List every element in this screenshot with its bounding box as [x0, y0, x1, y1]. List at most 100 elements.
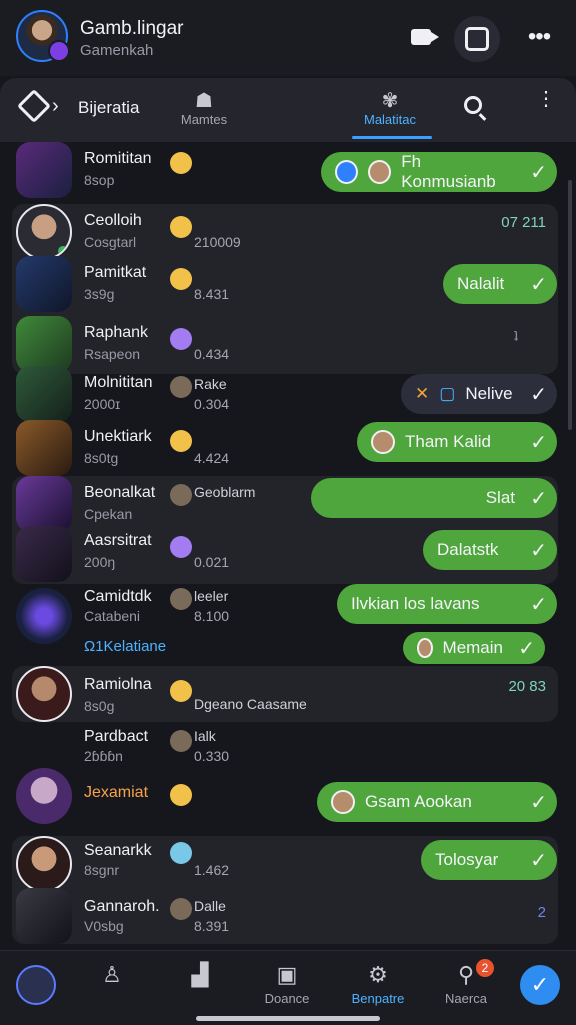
- avatar: [16, 768, 72, 824]
- check-icon: ✓: [530, 432, 547, 454]
- chat-row[interactable]: Molnititan 2000ɪ Rake 0.304 ✕ ▢ Nelive ✓: [12, 366, 558, 422]
- diamond-icon: [17, 89, 51, 123]
- video-call-icon[interactable]: [406, 22, 439, 52]
- chat-label: Geoblarm: [194, 484, 256, 500]
- emoji-icon: [170, 680, 192, 702]
- flower-icon: ✾: [381, 90, 399, 112]
- tab-members-label: Mamtes: [180, 112, 228, 127]
- emoji-icon: [170, 588, 192, 610]
- avatar: [16, 256, 72, 312]
- check-icon: ✓: [530, 274, 547, 296]
- chat-name: Gannaroh.: [84, 898, 160, 915]
- chat-count: 210009: [194, 234, 241, 250]
- pill-text: Tham Kalid: [405, 432, 491, 451]
- chat-label: Rake: [194, 376, 227, 392]
- message-pill[interactable]: Ilvkian los lavans ✓: [337, 584, 557, 624]
- message-pill[interactable]: Fh Konmusianb ✓: [321, 152, 557, 192]
- pill-text: Dalatstk: [437, 540, 499, 559]
- back-button[interactable]: ›: [17, 89, 59, 123]
- tab-media-label: Malatitac: [363, 112, 417, 127]
- nav-label: Benpatre: [351, 991, 405, 1006]
- tab-members[interactable]: ☗ Mamtes: [156, 88, 252, 127]
- nav-item-profile[interactable]: ♙: [72, 959, 152, 991]
- nav-item-doance[interactable]: ▣ Doance: [247, 959, 327, 1006]
- chat-row[interactable]: Ceolloih Cosgtarl 210009 07 211: [12, 204, 558, 260]
- check-action-button[interactable]: ✓: [520, 965, 560, 1005]
- tab-media[interactable]: ✾ Malatitac: [342, 88, 438, 127]
- nav-item-bag[interactable]: ▟: [160, 959, 240, 991]
- chat-name: Molnititan: [84, 374, 153, 391]
- emoji-icon: [170, 268, 192, 290]
- avatar: [16, 588, 72, 644]
- avatar: [16, 526, 72, 582]
- profile-avatar[interactable]: [16, 10, 70, 62]
- kebab-menu-icon[interactable]: ⋮: [536, 89, 556, 109]
- emoji-icon: [170, 328, 192, 350]
- scrollbar[interactable]: [568, 180, 572, 430]
- chat-row[interactable]: Seanarkk 8sgnr 1.462 Tolosyar ✓: [12, 836, 558, 892]
- nav-item-benpatre[interactable]: ⚙ Benpatre: [338, 959, 418, 1006]
- chat-count: 8.100: [194, 608, 230, 624]
- chat-meta: 07 211: [501, 214, 546, 231]
- message-pill[interactable]: Gsam Aookan ✓: [317, 782, 557, 822]
- sync-icon[interactable]: [454, 16, 500, 62]
- chat-sub: Catabeni: [84, 608, 141, 624]
- check-icon: ✓: [530, 488, 547, 510]
- chat-sub: 3s9g: [84, 286, 115, 302]
- emoji-icon: [170, 376, 192, 398]
- search-icon[interactable]: [464, 96, 488, 121]
- message-pill[interactable]: Slat ✓: [311, 478, 557, 518]
- chat-sub: Cpekan: [84, 506, 133, 522]
- check-icon: ✓: [518, 638, 535, 660]
- check-icon: ✓: [530, 850, 547, 872]
- header-title: Gamb.lingar: [80, 18, 184, 39]
- chat-row[interactable]: Raphank Rsapeon 0.434 ʇ: [12, 316, 558, 372]
- more-options-icon[interactable]: •••: [524, 22, 554, 52]
- nav-item-naerca[interactable]: ⚲ Naerca: [426, 959, 506, 1006]
- chat-sub: 200ŋ: [84, 554, 116, 570]
- chat-count: 0.330: [194, 748, 230, 764]
- avatar: [16, 316, 72, 372]
- chat-name: Ceolloih: [84, 212, 142, 229]
- pill-text: Ilvkian los lavans: [351, 594, 480, 613]
- pill-text: Nalalit: [457, 274, 505, 293]
- section-pill[interactable]: Memain ✓: [403, 632, 545, 664]
- chat-name: Jexamiat: [84, 784, 149, 801]
- chat-row[interactable]: Beonalkat Cpekan Geoblarm Slat ✓: [12, 476, 558, 532]
- chat-sub: 2ɓɓɓn: [84, 748, 123, 764]
- chat-row[interactable]: Unektiark 8s0tg 4.424 Tham Kalid ✓: [12, 420, 558, 476]
- message-pill[interactable]: ✕ ▢ Nelive ✓: [401, 374, 557, 414]
- pill-text: Fh Konmusianb: [401, 152, 496, 191]
- pill-text: Slat: [485, 488, 515, 507]
- home-logo-icon[interactable]: [16, 965, 56, 1005]
- active-tab-indicator: [352, 136, 432, 139]
- chat-count: 8.431: [194, 286, 230, 302]
- bottom-navigation: ♙ ▟ ▣ Doance ⚙ Benpatre ⚲ Naerca 2 ✓: [0, 950, 576, 1025]
- chat-sub: Cosgtarl: [84, 234, 137, 250]
- top-header: Gamb.lingar Gamenkah •••: [0, 0, 576, 76]
- message-pill[interactable]: Tolosyar ✓: [421, 840, 557, 880]
- message-pill[interactable]: Dalatstk ✓: [423, 530, 557, 570]
- chat-row[interactable]: Ramiolna 8s0g Dgeano Caasame 20 83: [12, 666, 558, 722]
- chat-row[interactable]: Jexamiat Gsam Aookan ✓: [12, 768, 558, 824]
- chat-name: Ramiolna: [84, 676, 152, 693]
- chat-count: 1.462: [194, 862, 230, 878]
- chat-row[interactable]: Gannaroh. V0sbg Dalle 8.391 2: [12, 888, 558, 944]
- status-badge: [48, 40, 70, 62]
- chat-sub: 2000ɪ: [84, 396, 121, 412]
- chat-row[interactable]: Pamitkat 3s9g 8.431 Nalalit ✓: [12, 256, 558, 312]
- chat-count: 0.434: [194, 346, 230, 362]
- section-label[interactable]: Ω1Kelatiane: [84, 638, 166, 655]
- mask-icon: ☗: [195, 90, 213, 112]
- chat-row[interactable]: Aasrsitrat 200ŋ 0.021 Dalatstk ✓: [12, 526, 558, 582]
- check-icon: ✓: [530, 540, 547, 562]
- chat-row[interactable]: Romititan 8sop Fh Konmusianb ✓: [12, 142, 558, 198]
- message-pill[interactable]: Nalalit ✓: [443, 264, 557, 304]
- chat-count: 0.021: [194, 554, 230, 570]
- chat-label: Dalle: [194, 898, 226, 914]
- chat-name: Pamitkat: [84, 264, 147, 281]
- chat-meta: ʇ: [513, 328, 518, 345]
- home-indicator: [196, 1016, 380, 1021]
- chevron-right-icon: ›: [52, 94, 59, 117]
- message-pill[interactable]: Tham Kalid ✓: [357, 422, 557, 462]
